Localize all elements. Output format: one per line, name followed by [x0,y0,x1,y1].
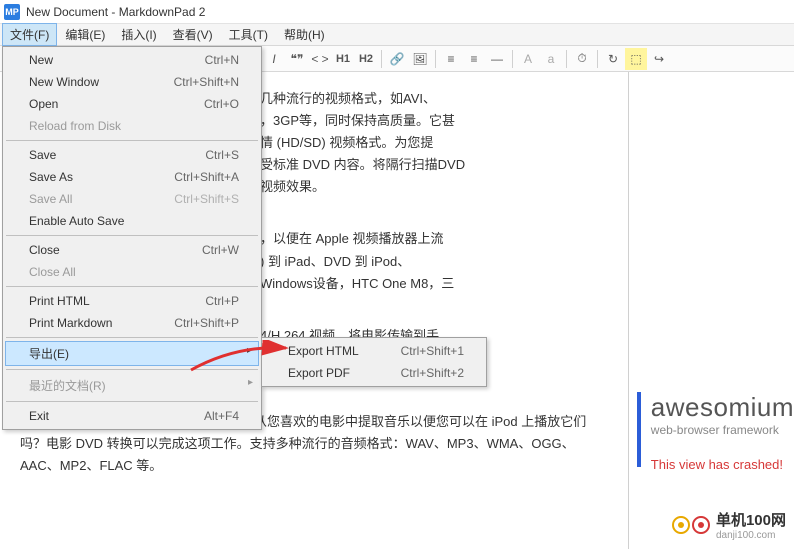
menu-auto-save[interactable]: Enable Auto Save [5,210,259,232]
menu-tools[interactable]: 工具(T) [221,23,276,46]
menu-save-as[interactable]: Save AsCtrl+Shift+A [5,166,259,188]
menu-edit[interactable]: 编辑(E) [57,23,113,46]
fontsmall-button[interactable]: a [540,48,562,70]
awesomium-block: awesomium web-browser framework This vie… [637,392,794,472]
refresh-button[interactable]: ↻ [602,48,624,70]
app-icon: MP [4,4,20,20]
toolbar-separator [435,50,436,68]
doc-fragment: 视频效果。 [260,179,325,194]
toolbar-separator [381,50,382,68]
menu-save-all: Save AllCtrl+Shift+S [5,188,259,210]
font-button[interactable]: A [517,48,539,70]
menu-file[interactable]: 文件(F) [2,23,57,46]
menu-recent: 最近的文档(R) [5,373,259,398]
menu-export-html[interactable]: Export HTMLCtrl+Shift+1 [264,340,484,362]
menu-reload: Reload from Disk [5,115,259,137]
file-dropdown: NewCtrl+N New WindowCtrl+Shift+N OpenCtr… [2,46,262,430]
window-title: New Document - MarkdownPad 2 [26,5,205,19]
doc-fragment: ，3GP等，同时保持高质量。它甚 [260,113,455,128]
doc-fragment: 受标准 DVD 内容。将隔行扫描DVD [260,157,465,172]
menu-separator [6,369,258,370]
h1-button[interactable]: H1 [332,48,354,70]
menu-print-html[interactable]: Print HTMLCtrl+P [5,290,259,312]
doc-fragment: 几种流行的视频格式，如AVI、 [260,91,436,106]
menu-export-pdf[interactable]: Export PDFCtrl+Shift+2 [264,362,484,384]
menu-new[interactable]: NewCtrl+N [5,49,259,71]
menu-print-markdown[interactable]: Print MarkdownCtrl+Shift+P [5,312,259,334]
title-bar: MP New Document - MarkdownPad 2 [0,0,794,24]
code-button[interactable]: < > [309,48,331,70]
badge-circle-icon [692,516,710,534]
ol-button[interactable]: ≡ [440,48,462,70]
awesomium-title: awesomium [651,392,794,423]
menu-bar: 文件(F) 编辑(E) 插入(I) 查看(V) 工具(T) 帮助(H) [0,24,794,46]
menu-help[interactable]: 帮助(H) [276,23,333,46]
menu-separator [6,286,258,287]
h2-button[interactable]: H2 [355,48,377,70]
menu-separator [6,401,258,402]
doc-fragment: ，以便在 Apple 视频播放器上流 [260,231,443,246]
toolbar-separator [566,50,567,68]
doc-fragment: ) 到 iPad、DVD 到 iPod、 [260,254,410,269]
ul-button[interactable]: ≡ [463,48,485,70]
menu-separator [6,140,258,141]
export-submenu: Export HTMLCtrl+Shift+1 Export PDFCtrl+S… [261,337,487,387]
awesomium-subtitle: web-browser framework [651,423,794,437]
highlight-button[interactable]: ⬚ [625,48,647,70]
badge-icons [672,516,710,534]
menu-save[interactable]: SaveCtrl+S [5,144,259,166]
crash-message: This view has crashed! [651,457,794,472]
doc-fragment: 情 (HD/SD) 视频格式。为您提 [260,135,433,150]
menu-open[interactable]: OpenCtrl+O [5,93,259,115]
image-button[interactable]: 🖼 [409,48,431,70]
menu-close-all: Close All [5,261,259,283]
toolbar-separator [597,50,598,68]
time-button[interactable]: ⏱ [571,48,593,70]
menu-exit[interactable]: ExitAlt+F4 [5,405,259,427]
watermark-badge: 单机100网 danji100.com [672,509,786,541]
doc-fragment: Windows设备，HTC One M8，三 [260,276,454,291]
toolbar-separator [512,50,513,68]
badge-title: 单机100网 [716,509,786,530]
italic-button[interactable]: I [263,48,285,70]
hr-button[interactable]: — [486,48,508,70]
quote-button[interactable]: ❝❞ [286,48,308,70]
menu-new-window[interactable]: New WindowCtrl+Shift+N [5,71,259,93]
menu-separator [6,337,258,338]
badge-subtitle: danji100.com [716,530,786,541]
document-text: 几种流行的视频格式，如AVI、 ，3GP等，同时保持高质量。它甚 情 (HD/S… [260,88,608,369]
badge-circle-icon [672,516,690,534]
menu-view[interactable]: 查看(V) [165,23,221,46]
menu-insert[interactable]: 插入(I) [113,23,164,46]
accent-bar [637,392,641,467]
link-button[interactable]: 🔗 [386,48,408,70]
menu-close[interactable]: CloseCtrl+W [5,239,259,261]
menu-export[interactable]: 导出(E) [5,341,259,366]
menu-separator [6,235,258,236]
export-icon-button[interactable]: ↪ [648,48,670,70]
preview-pane: awesomium web-browser framework This vie… [629,72,794,549]
